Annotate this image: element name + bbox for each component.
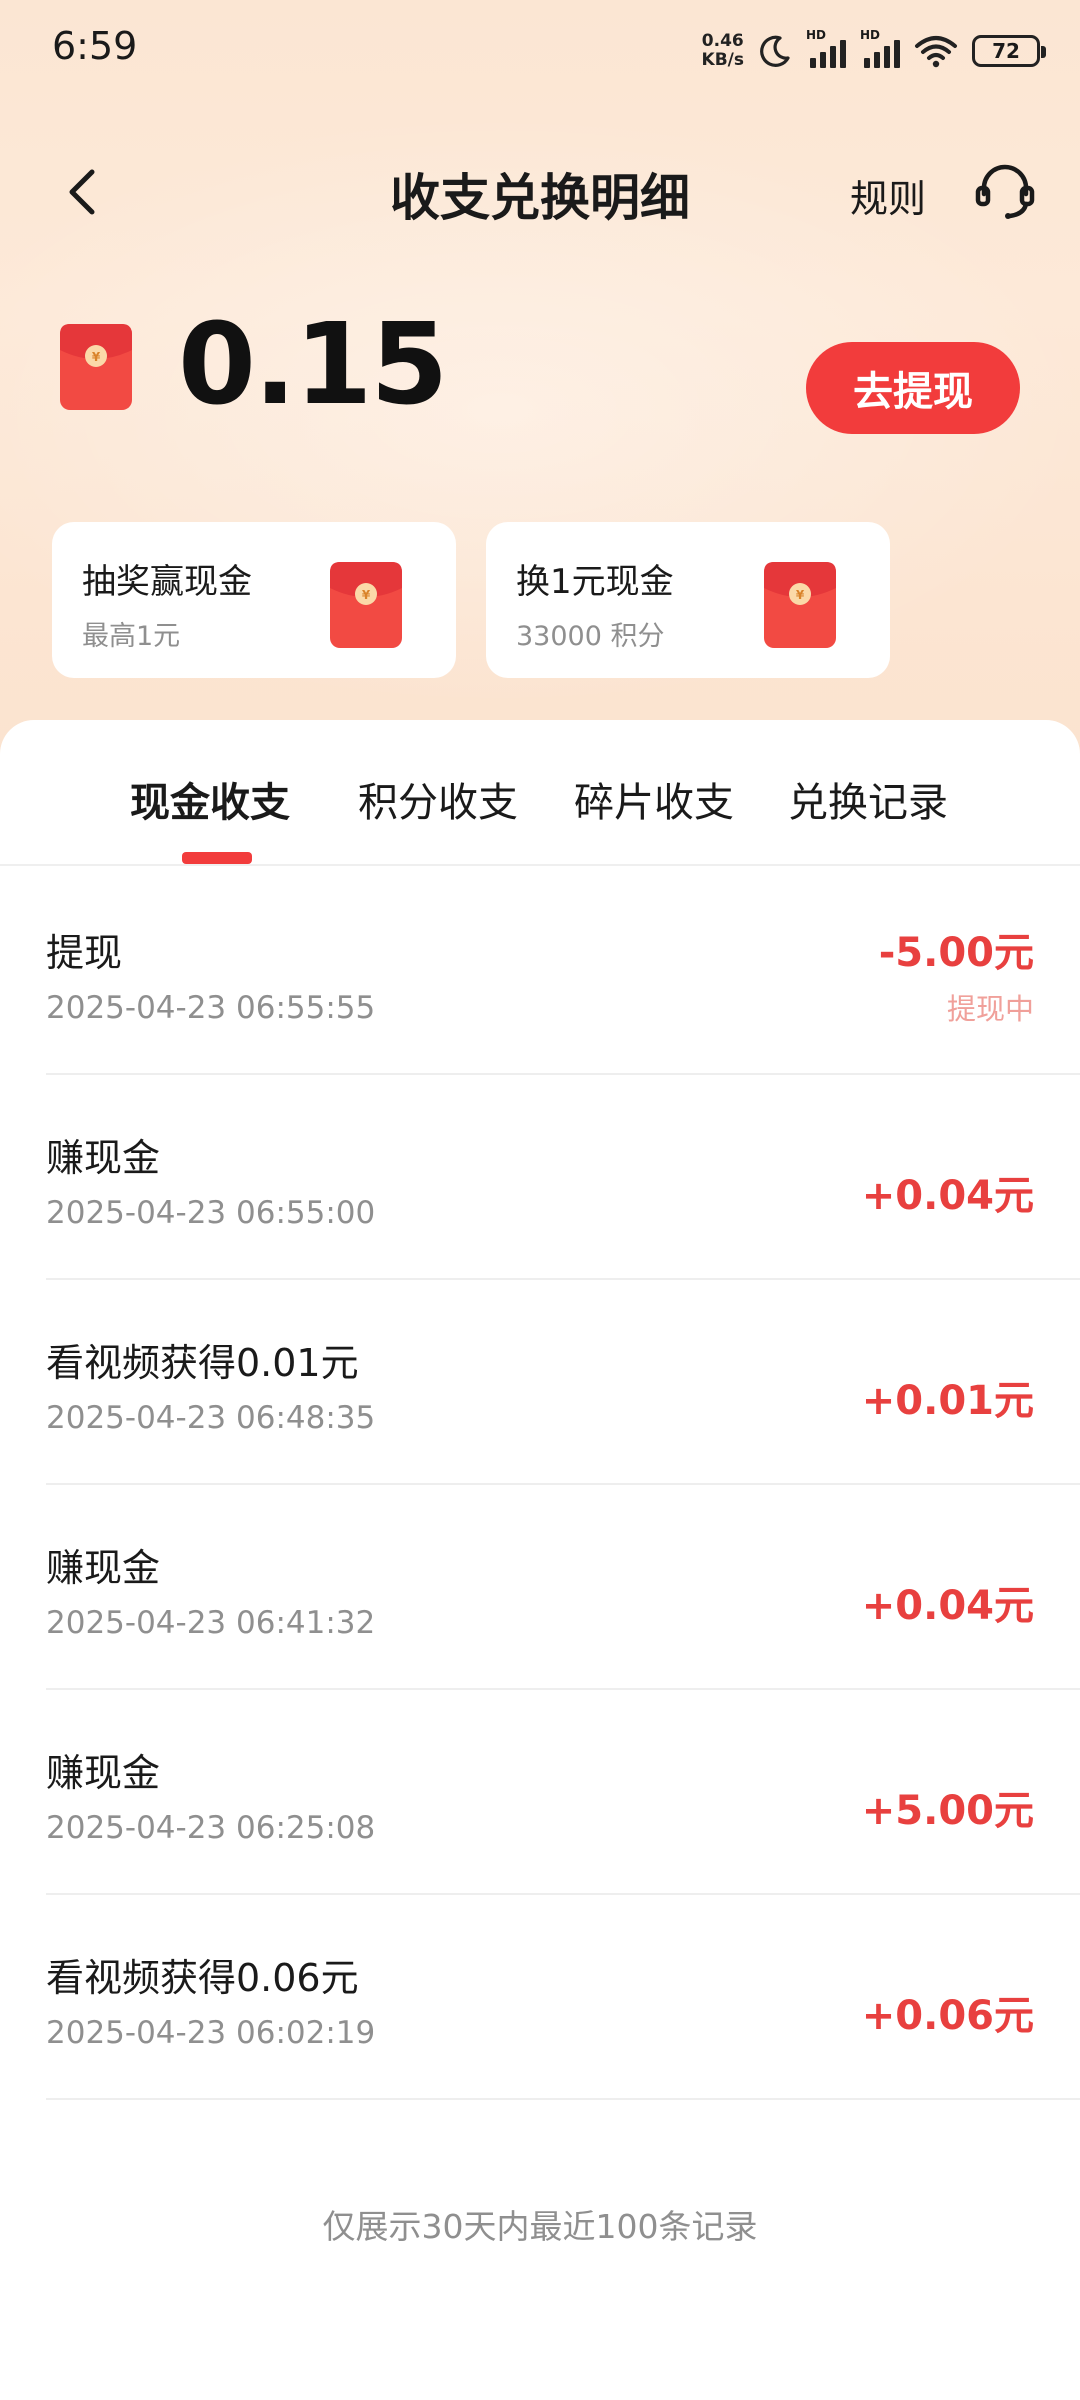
balance-section: ¥ 0.15 去提现 — [0, 300, 1080, 470]
promo-title: 换1元现金 — [516, 562, 674, 602]
record-row[interactable]: 赚现金 2025-04-23 06:25:08 +5.00元 — [46, 1690, 1080, 1895]
promo-title: 抽奖赢现金 — [82, 562, 252, 602]
network-speed-value: 0.46 — [701, 31, 744, 51]
record-row[interactable]: 提现 2025-04-23 06:55:55 -5.00元 提现中 — [46, 870, 1080, 1075]
promo-card-exchange[interactable]: 换1元现金 33000 积分 ¥ — [486, 522, 890, 678]
status-time: 6:59 — [52, 24, 138, 68]
record-amount: +0.06元 — [861, 1993, 1034, 2039]
tab-exchange-records[interactable]: 兑换记录 — [788, 770, 948, 828]
record-time: 2025-04-23 06:25:08 — [46, 1810, 376, 1846]
record-title: 赚现金 — [46, 1751, 161, 1795]
red-envelope-icon: ¥ — [330, 562, 402, 648]
network-speed: 0.46 KB/s — [702, 32, 744, 70]
record-time: 2025-04-23 06:55:55 — [46, 990, 376, 1026]
promo-subtitle: 33000 积分 — [516, 621, 665, 652]
tab-points[interactable]: 积分收支 — [358, 770, 518, 828]
promo-card-lottery[interactable]: 抽奖赢现金 最高1元 ¥ — [52, 522, 456, 678]
moon-icon — [758, 34, 792, 68]
record-amount: +5.00元 — [861, 1788, 1034, 1834]
record-title: 看视频获得0.01元 — [46, 1341, 359, 1385]
signal-icon-2: HD — [860, 28, 900, 68]
record-status: 提现中 — [946, 992, 1034, 1026]
record-row[interactable]: 看视频获得0.01元 2025-04-23 06:48:35 +0.01元 — [46, 1280, 1080, 1485]
records-panel: 现金收支 积分收支 碎片收支 兑换记录 提现 2025-04-23 06:55:… — [0, 720, 1080, 2400]
record-title: 看视频获得0.06元 — [46, 1956, 359, 2000]
record-time: 2025-04-23 06:48:35 — [46, 1400, 376, 1436]
network-speed-unit: KB/s — [701, 50, 744, 70]
record-row[interactable]: 看视频获得0.06元 2025-04-23 06:02:19 +0.06元 — [46, 1895, 1080, 2100]
back-button[interactable] — [56, 162, 116, 222]
record-time: 2025-04-23 06:02:19 — [46, 2015, 376, 2051]
record-amount: +0.04元 — [861, 1583, 1034, 1629]
record-title: 赚现金 — [46, 1136, 161, 1180]
tab-cash[interactable]: 现金收支 — [130, 770, 290, 828]
chevron-left-icon — [69, 169, 95, 215]
record-title: 赚现金 — [46, 1546, 161, 1590]
red-envelope-icon: ¥ — [60, 324, 132, 410]
tab-fragments[interactable]: 碎片收支 — [574, 770, 734, 828]
record-time: 2025-04-23 06:55:00 — [46, 1195, 376, 1231]
record-title: 提现 — [46, 931, 123, 975]
headset-icon — [975, 164, 1035, 219]
promo-subtitle: 最高1元 — [82, 621, 181, 652]
rules-link[interactable]: 规则 — [850, 168, 926, 223]
record-row[interactable]: 赚现金 2025-04-23 06:41:32 +0.04元 — [46, 1485, 1080, 1690]
signal-icon: HD — [806, 28, 846, 68]
tab-active-indicator — [182, 852, 252, 864]
svg-text:¥: ¥ — [796, 588, 805, 602]
record-amount: -5.00元 — [878, 930, 1034, 976]
wifi-icon — [914, 34, 958, 68]
record-time: 2025-04-23 06:41:32 — [46, 1605, 376, 1641]
status-bar: 6:59 0.46 KB/s HD HD 72 — [0, 0, 1080, 100]
svg-text:¥: ¥ — [92, 350, 101, 364]
record-amount: +0.04元 — [861, 1173, 1034, 1219]
withdraw-button[interactable]: 去提现 — [806, 342, 1020, 434]
red-envelope-icon: ¥ — [764, 562, 836, 648]
footer-note: 仅展示30天内最近100条记录 — [322, 2207, 758, 2246]
tab-bar: 现金收支 积分收支 碎片收支 兑换记录 — [0, 720, 1080, 866]
status-icons: 0.46 KB/s HD HD 72 — [702, 28, 1046, 74]
battery-level: 72 — [992, 39, 1020, 63]
battery-indicator: 72 — [972, 35, 1046, 67]
record-amount: +0.01元 — [861, 1378, 1034, 1424]
record-row[interactable]: 赚现金 2025-04-23 06:55:00 +0.04元 — [46, 1075, 1080, 1280]
customer-service-button[interactable] — [972, 158, 1038, 224]
balance-amount: 0.15 — [178, 300, 448, 430]
svg-text:¥: ¥ — [362, 588, 371, 602]
page-header: 收支兑换明细 规则 — [0, 140, 1080, 240]
